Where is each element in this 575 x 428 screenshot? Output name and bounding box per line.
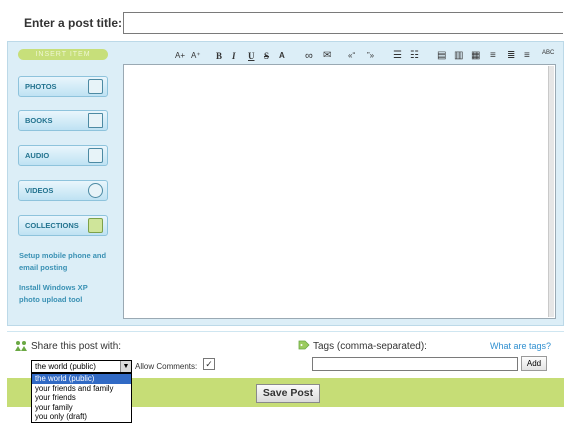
tags-input[interactable] [312, 357, 518, 371]
share-audience-select[interactable]: the world (public) ▼ [31, 360, 132, 373]
post-title-row: Enter a post title: [0, 0, 575, 40]
videos-icon [88, 183, 103, 198]
insert-videos-button[interactable]: VIDEOS [18, 180, 108, 201]
share-option[interactable]: your friends and family [32, 384, 131, 394]
add-tag-button[interactable]: Add [521, 356, 547, 371]
insert-item-heading: INSERT ITEM [18, 49, 108, 60]
bold-icon[interactable]: B [216, 49, 222, 63]
post-title-input[interactable] [123, 12, 563, 34]
share-selected-value: the world (public) [35, 362, 96, 371]
share-option[interactable]: the world (public) [32, 374, 131, 384]
spell-check-icon[interactable]: ABC [542, 46, 554, 60]
save-post-button[interactable]: Save Post [256, 384, 320, 403]
insert-audio-button[interactable]: AUDIO [18, 145, 108, 166]
tag-icon [298, 340, 310, 350]
decrease-font-size-icon[interactable]: A⁺ [191, 49, 201, 63]
mobile-posting-link[interactable]: Setup mobile phone and email posting [19, 250, 114, 274]
what-are-tags-link[interactable]: What are tags? [490, 341, 551, 351]
audio-icon [88, 148, 103, 163]
panel-divider [7, 331, 564, 332]
close-quote-icon[interactable]: ”» [367, 49, 374, 63]
photos-icon [88, 79, 103, 94]
increase-font-size-icon[interactable]: A+ [175, 49, 185, 63]
image-right-icon[interactable]: ▦ [471, 49, 480, 63]
numbered-list-icon[interactable]: ☷ [410, 49, 419, 63]
formatting-toolbar: A+ A⁺ B I U S A ∞ ✉ «“ ”» ☰ ☷ ▤ ▥ ▦ ≡ ≣ … [170, 49, 565, 63]
underline-icon[interactable]: U [248, 49, 255, 63]
insert-collections-label: COLLECTIONS [25, 221, 79, 230]
image-center-icon[interactable]: ▥ [454, 49, 463, 63]
post-title-label: Enter a post title: [24, 16, 123, 30]
chevron-down-icon[interactable]: ▼ [120, 361, 131, 372]
editor-scrollbar[interactable] [548, 66, 554, 317]
allow-comments-label: Allow Comments: [135, 362, 198, 371]
collections-icon [88, 218, 103, 233]
italic-icon[interactable]: I [232, 49, 236, 63]
insert-books-button[interactable]: BOOKS [18, 110, 108, 131]
open-quote-icon[interactable]: «“ [348, 49, 355, 63]
bulleted-list-icon[interactable]: ☰ [393, 49, 402, 63]
align-center-icon[interactable]: ≣ [507, 49, 515, 63]
allow-comments-checkbox[interactable]: ✓ [203, 358, 215, 370]
text-color-icon[interactable]: A [279, 49, 285, 63]
link-icon[interactable]: ∞ [305, 49, 313, 63]
insert-videos-label: VIDEOS [25, 186, 54, 195]
post-body-editor[interactable] [123, 64, 556, 319]
insert-audio-label: AUDIO [25, 151, 50, 160]
align-right-icon[interactable]: ≡ [524, 49, 530, 63]
photo-upload-tool-link[interactable]: Install Windows XP photo upload tool [19, 282, 109, 306]
people-icon [15, 341, 27, 351]
share-option[interactable]: your family [32, 403, 131, 413]
share-label: Share this post with: [31, 341, 122, 352]
checkmark-icon: ✓ [205, 359, 213, 369]
share-audience-dropdown: the world (public) your friends and fami… [31, 373, 132, 423]
share-option[interactable]: you only (draft) [32, 412, 131, 422]
insert-photos-button[interactable]: PHOTOS [18, 76, 108, 97]
insert-collections-button[interactable]: COLLECTIONS [18, 215, 108, 236]
share-option[interactable]: your friends [32, 393, 131, 403]
image-left-icon[interactable]: ▤ [437, 49, 446, 63]
strikethrough-icon[interactable]: S [264, 49, 269, 63]
insert-books-label: BOOKS [25, 116, 53, 125]
align-left-icon[interactable]: ≡ [490, 49, 496, 63]
email-icon[interactable]: ✉ [323, 49, 331, 63]
tags-label: Tags (comma-separated): [313, 341, 427, 352]
insert-photos-label: PHOTOS [25, 82, 57, 91]
books-icon [88, 113, 103, 128]
